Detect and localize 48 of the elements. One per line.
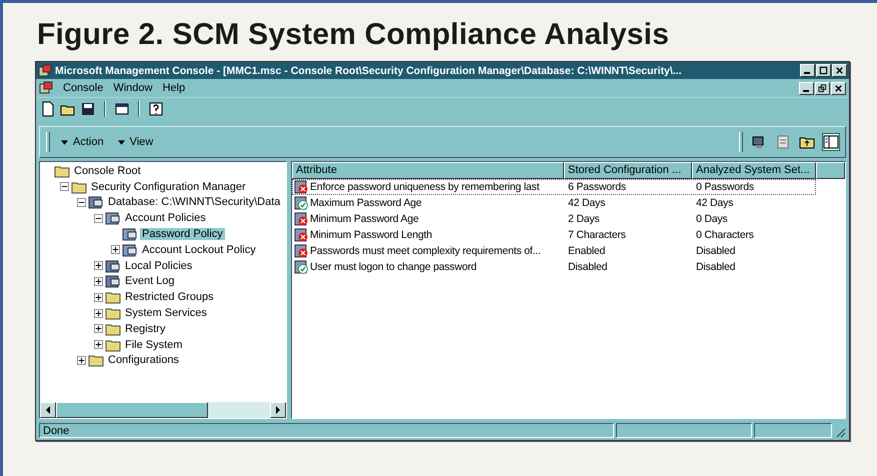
table-cell-text: 7 Characters [567,229,627,241]
table-cell-text: 42 Days [695,197,734,209]
column-header[interactable]: Stored Configuration ... [564,162,692,179]
menu-button[interactable]: View [114,135,156,149]
column-header[interactable]: Attribute [292,162,564,179]
menu-item[interactable]: Window [113,82,152,94]
table-cell-text: Disabled [567,261,608,273]
table-cell: Minimum Password Age [310,213,419,225]
table-row[interactable]: Passwords must meet complexity requirements of... Enabled Disabled [292,243,816,259]
tree-item[interactable]: Local Policies [123,260,194,272]
window-title: Microsoft Management Console - [MMC1.msc - Console Root\Security Configuration Manager\Database: C:\WINNT\Security\... [55,64,683,76]
table-cell: Maximum Password Age [310,197,422,209]
status-text: Done [39,423,614,438]
table-cell: User must logon to change password [310,261,477,273]
table-cell-text: 0 Characters [695,229,755,241]
tree-item[interactable]: Console Root [72,164,143,177]
tree-item[interactable]: Restricted Groups [123,291,216,304]
table-row[interactable]: Minimum Password Length 7 Characters 0 Characters [292,227,816,243]
table-cell: Passwords must meet complexity requirements of... [310,245,541,257]
column-header[interactable]: Analyzed System Set... [692,162,816,179]
menu-button[interactable]: Action [58,135,107,149]
table-row[interactable]: Enforce password uniqueness by remembering last 6 Passwords 0 Passwords [292,179,816,195]
table-cell: Enforce password uniqueness by remembering last [310,181,540,193]
table-cell-text: 0 Passwords [695,181,755,193]
tree-item[interactable]: System Services [123,307,209,320]
tree-item[interactable]: Configurations [106,354,181,366]
tree-item[interactable]: Registry [123,322,168,335]
tree-item[interactable]: File System [123,338,184,351]
tree-item[interactable]: Password Policy [140,228,225,240]
tree-item[interactable]: Database: C:\WINNT\Security\Data [106,196,282,208]
tree-item[interactable]: Security Configuration Manager [89,180,248,193]
table-cell-text: 42 Days [567,197,606,209]
menu-item[interactable]: Help [162,82,186,94]
table-cell: Minimum Password Length [310,229,432,241]
table-cell-text: 2 Days [567,213,600,225]
table-row[interactable]: User must logon to change password Disabled Disabled [292,259,816,275]
table-cell-text: 0 Days [695,213,728,225]
menu-item[interactable]: Console [63,82,104,94]
table-cell-text: Disabled [695,261,736,273]
table-row[interactable]: Minimum Password Age 2 Days 0 Days [292,211,816,227]
table-row[interactable]: Maximum Password Age 42 Days 42 Days [292,195,816,211]
table-cell-text: Enabled [567,245,606,257]
tree-item[interactable]: Event Log [123,275,177,288]
table-cell-text: 6 Passwords [567,181,627,193]
table-cell-text: Disabled [695,245,736,257]
tree-item[interactable]: Account Policies [123,212,208,224]
figure-title: Figure 2. SCM System Compliance Analysis [36,17,670,53]
tree-item[interactable]: Account Lockout Policy [140,244,258,256]
